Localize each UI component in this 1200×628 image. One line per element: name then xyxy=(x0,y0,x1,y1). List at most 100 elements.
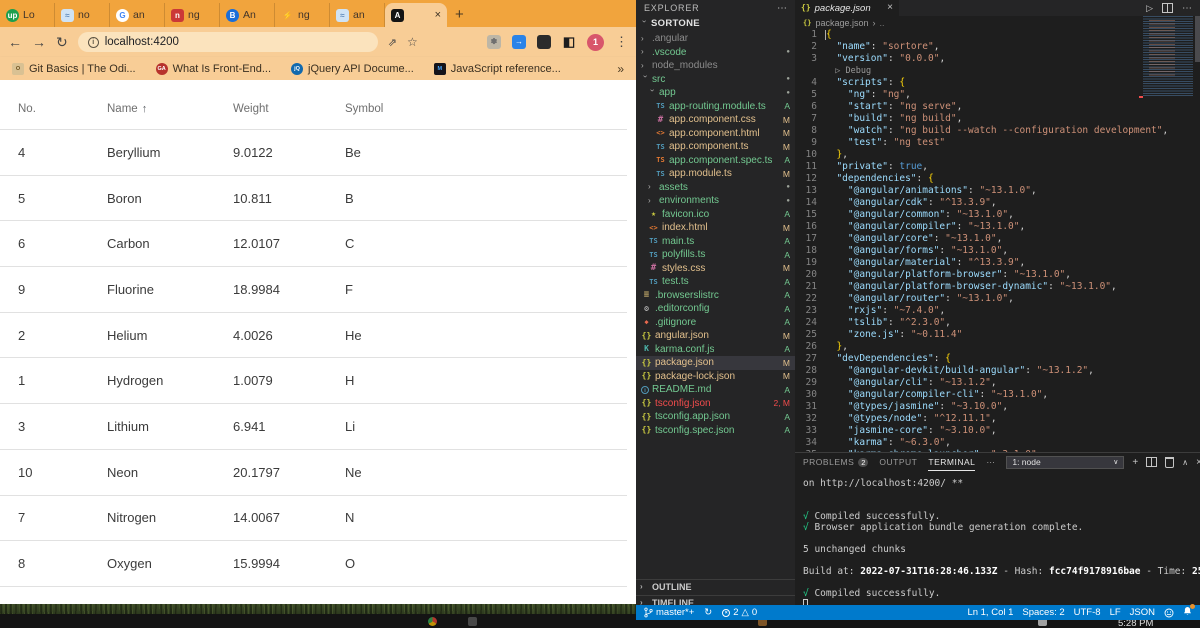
tab-close-icon[interactable]: × xyxy=(435,10,441,21)
split-terminal-icon[interactable] xyxy=(1146,457,1157,467)
split-editor-icon[interactable] xyxy=(1162,3,1173,13)
status-cursor-position[interactable]: Ln 1, Col 1 xyxy=(967,607,1013,618)
taskbar-app-icon[interactable] xyxy=(468,617,477,626)
bookmark-item[interactable]: GAWhat Is Front-End... xyxy=(156,63,271,75)
code-editor[interactable]: 1{2 "name": "sortore",3 "version": "0.0.… xyxy=(795,29,1200,452)
tree-file-tsconfig.spec.json[interactable]: {}tsconfig.spec.jsonA xyxy=(636,424,795,438)
status-language-mode[interactable]: JSON xyxy=(1130,607,1155,618)
profile-avatar[interactable]: 1 xyxy=(587,34,604,51)
tree-folder-app[interactable]: ›app● xyxy=(636,86,795,100)
git-branch-item[interactable]: master*+ xyxy=(644,607,694,618)
share-icon[interactable]: ⇗ xyxy=(388,36,397,49)
browser-tab[interactable]: BAn xyxy=(220,3,275,27)
tree-folder-src[interactable]: ›src● xyxy=(636,73,795,87)
site-info-icon[interactable]: i xyxy=(88,37,99,48)
new-tab-button[interactable]: + xyxy=(455,7,464,22)
extensions-puzzle-icon[interactable]: ▪ xyxy=(537,35,551,49)
tree-folder-assets[interactable]: ›assets● xyxy=(636,181,795,195)
address-bar[interactable]: i localhost:4200 xyxy=(78,32,378,52)
forward-icon[interactable]: → xyxy=(32,34,46,50)
terminal-output[interactable]: on http://localhost:4200/ **√ Compiled s… xyxy=(803,478,1192,610)
tab-close-icon[interactable]: × xyxy=(887,3,893,13)
tree-folder-.angular[interactable]: ›.angular xyxy=(636,32,795,46)
chrome-taskbar-icon[interactable] xyxy=(428,617,437,626)
tree-file-index.html[interactable]: <>index.htmlM xyxy=(636,221,795,235)
new-terminal-icon[interactable]: + xyxy=(1132,457,1138,468)
breadcrumb-item[interactable]: package.json xyxy=(815,18,868,28)
tree-file-README.md[interactable]: iREADME.mdA xyxy=(636,383,795,397)
minimap[interactable] xyxy=(1143,16,1193,96)
column-header-name[interactable]: Name↑ xyxy=(106,88,232,130)
side-panel-icon[interactable]: ◧ xyxy=(562,35,576,49)
bookmark-item[interactable]: MJavaScript reference... xyxy=(434,63,561,75)
tree-file-karma.conf.js[interactable]: Kkarma.conf.jsA xyxy=(636,343,795,357)
problems-item[interactable]: × 2 △ 0 xyxy=(722,607,757,618)
bookmark-item[interactable]: OGit Basics | The Odi... xyxy=(12,63,136,75)
chrome-menu-icon[interactable]: ⋮ xyxy=(615,34,628,50)
maximize-panel-icon[interactable]: ∧ xyxy=(1182,458,1188,467)
timeline-section[interactable]: › TIMELINE xyxy=(636,595,795,605)
back-icon[interactable]: ← xyxy=(8,34,22,50)
tree-folder-.vscode[interactable]: ›.vscode● xyxy=(636,46,795,60)
feedback-smiley-icon[interactable] xyxy=(1164,608,1174,618)
workspace-section[interactable]: › SORTONE xyxy=(636,16,795,31)
browser-tab[interactable]: ≈an xyxy=(330,3,385,27)
column-header-no[interactable]: No. xyxy=(0,88,106,130)
tree-file-polyfills.ts[interactable]: TSpolyfills.tsA xyxy=(636,248,795,262)
tree-file-package.json[interactable]: {}package.jsonM xyxy=(636,356,795,370)
tree-folder-node_modules[interactable]: ›node_modules xyxy=(636,59,795,73)
panel-more-icon[interactable]: ⋯ xyxy=(986,453,995,471)
browser-tab[interactable]: nng xyxy=(165,3,220,27)
tree-file-test.ts[interactable]: TStest.tsA xyxy=(636,275,795,289)
tree-file-app-routing.module.ts[interactable]: TSapp-routing.module.tsA xyxy=(636,100,795,114)
status-eol[interactable]: LF xyxy=(1110,607,1121,618)
outline-section[interactable]: › OUTLINE xyxy=(636,579,795,594)
tab-terminal[interactable]: TERMINAL xyxy=(928,453,975,471)
tree-file-app.component.css[interactable]: #app.component.cssM xyxy=(636,113,795,127)
tree-file-app.module.ts[interactable]: TSapp.module.tsM xyxy=(636,167,795,181)
tree-file-.editorconfig[interactable]: ⚙.editorconfigA xyxy=(636,302,795,316)
editor-more-icon[interactable]: ⋯ xyxy=(1182,3,1192,14)
browser-tab[interactable]: upLo xyxy=(0,3,55,27)
tab-problems[interactable]: PROBLEMS 2 xyxy=(803,453,868,471)
browser-tab[interactable]: ≈no xyxy=(55,3,110,27)
browser-tab[interactable]: Gan xyxy=(110,3,165,27)
notifications-bell[interactable] xyxy=(1183,606,1192,619)
tree-file-main.ts[interactable]: TSmain.tsA xyxy=(636,235,795,249)
sync-item[interactable]: ↻ xyxy=(704,607,712,618)
tab-output[interactable]: OUTPUT xyxy=(879,453,917,471)
kill-terminal-icon[interactable] xyxy=(1165,457,1174,468)
terminal-shell-select[interactable]: 1: node ∨ xyxy=(1006,456,1124,469)
tree-file-angular.json[interactable]: {}angular.jsonM xyxy=(636,329,795,343)
browser-tab-active[interactable]: A× xyxy=(385,3,447,27)
tree-file-app.component.html[interactable]: <>app.component.htmlM xyxy=(636,127,795,141)
breadcrumb[interactable]: {} package.json › .. xyxy=(795,16,1200,29)
extension-icon[interactable]: → xyxy=(512,35,526,49)
bookmark-item[interactable]: jQjQuery API Docume... xyxy=(291,63,414,75)
tree-file-package-lock.json[interactable]: {}package-lock.jsonM xyxy=(636,370,795,384)
tree-file-.browserslistrc[interactable]: ≡.browserslistrcA xyxy=(636,289,795,303)
tree-folder-environments[interactable]: ›environments● xyxy=(636,194,795,208)
close-panel-icon[interactable]: × xyxy=(1196,457,1200,468)
reload-icon[interactable]: ↻ xyxy=(56,34,68,51)
tree-file-app.component.ts[interactable]: TSapp.component.tsM xyxy=(636,140,795,154)
tree-file-tsconfig.json[interactable]: {}tsconfig.json2, M xyxy=(636,397,795,411)
tree-file-styles.css[interactable]: #styles.cssM xyxy=(636,262,795,276)
tab-package-json[interactable]: {} package.json × xyxy=(795,0,899,16)
bookmark-star-icon[interactable]: ☆ xyxy=(407,35,418,49)
tree-file-.gitignore[interactable]: ◆.gitignoreA xyxy=(636,316,795,330)
browser-tab[interactable]: ⚡ng xyxy=(275,3,330,27)
codelens-debug[interactable]: ▷ Debug xyxy=(825,65,871,77)
tree-file-app.component.spec.ts[interactable]: TSapp.component.spec.tsA xyxy=(636,154,795,168)
extension-icon[interactable]: ✽ xyxy=(487,35,501,49)
tree-file-tsconfig.app.json[interactable]: {}tsconfig.app.jsonA xyxy=(636,410,795,424)
tree-file-favicon.ico[interactable]: ★favicon.icoA xyxy=(636,208,795,222)
editor-scrollbar[interactable] xyxy=(1195,16,1200,62)
explorer-more-icon[interactable]: ⋯ xyxy=(777,3,787,14)
column-header-symbol[interactable]: Symbol xyxy=(344,88,627,130)
bookmarks-overflow-icon[interactable]: » xyxy=(617,62,624,76)
column-header-weight[interactable]: Weight xyxy=(232,88,344,130)
run-icon[interactable]: ▷ xyxy=(1146,3,1153,14)
status-indentation[interactable]: Spaces: 2 xyxy=(1022,607,1064,618)
status-encoding[interactable]: UTF-8 xyxy=(1074,607,1101,618)
